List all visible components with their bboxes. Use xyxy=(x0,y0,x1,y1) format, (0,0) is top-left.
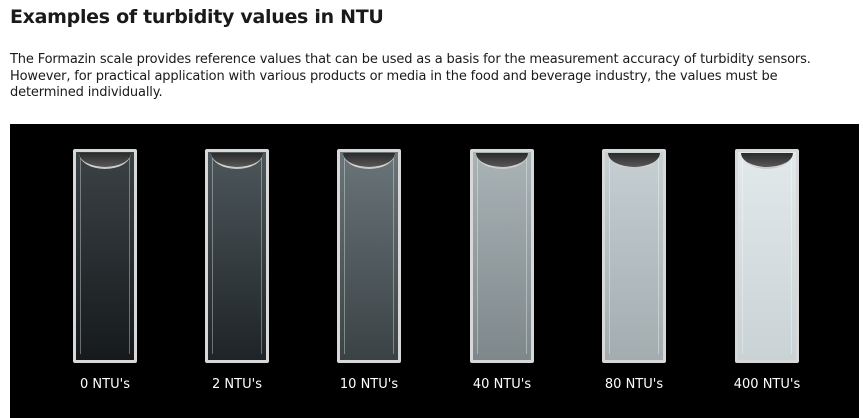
meniscus xyxy=(79,153,131,169)
label-10-ntu: 10 NTU's xyxy=(339,377,399,392)
cuvette-40-ntu xyxy=(470,149,534,363)
label-0-ntu: 0 NTU's xyxy=(80,377,130,392)
cuvette-0-ntu xyxy=(73,149,137,363)
intro-paragraph: The Formazin scale provides reference va… xyxy=(10,52,811,100)
page-heading: Examples of turbidity values in NTU xyxy=(10,6,384,28)
meniscus xyxy=(608,153,660,169)
label-2-ntu: 2 NTU's xyxy=(212,377,262,392)
label-40-ntu: 40 NTU's xyxy=(472,377,532,392)
label-400-ntu: 400 NTU's xyxy=(733,377,801,392)
cuvette-400-ntu xyxy=(735,149,799,363)
turbidity-samples-photo: 0 NTU's 2 NTU's 10 NTU's 40 NTU's 80 NTU… xyxy=(10,124,859,418)
cuvette-2-ntu xyxy=(205,149,269,363)
cuvette-10-ntu xyxy=(337,149,401,363)
meniscus xyxy=(211,153,263,169)
meniscus xyxy=(343,153,395,169)
label-80-ntu: 80 NTU's xyxy=(604,377,664,392)
meniscus xyxy=(741,153,793,169)
cuvette-80-ntu xyxy=(602,149,666,363)
meniscus xyxy=(476,153,528,169)
